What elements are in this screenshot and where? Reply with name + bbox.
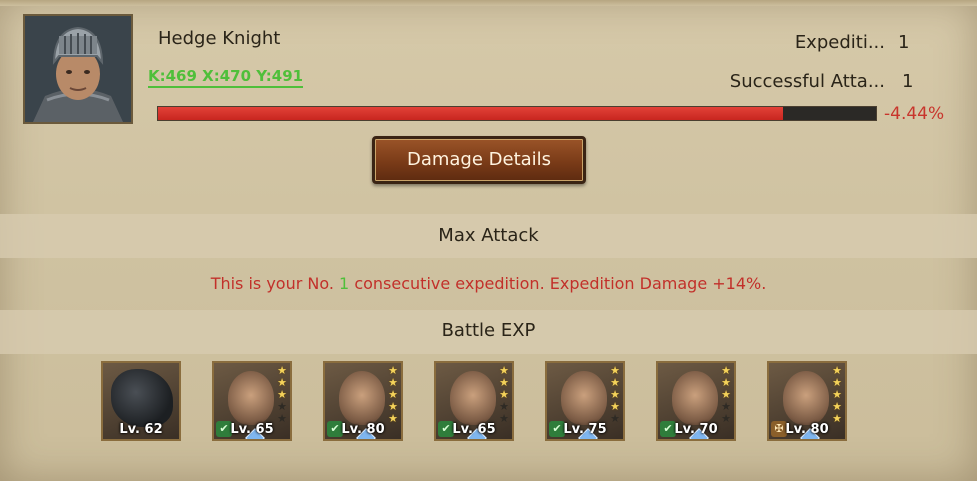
level-label: Lv. 80: [341, 422, 385, 437]
star-rating: ★ ★ ★ ★ ★: [608, 365, 622, 425]
damage-details-button[interactable]: Damage Details: [372, 136, 586, 184]
max-attack-title: Max Attack: [438, 225, 539, 246]
knight-avatar-icon: [25, 16, 131, 122]
expedition-result-panel: Hedge Knight K:469 X:470 Y:491 Expediti.…: [0, 0, 977, 481]
consecutive-expedition-message: This is your No. 1 consecutive expeditio…: [0, 274, 977, 293]
message-number: 1: [339, 274, 350, 293]
level-label: Lv. 65: [230, 422, 274, 437]
expedition-count-label: Expediti...: [794, 32, 885, 53]
hero-card[interactable]: ★ ★ ★ ★ ★ ✠ Lv. 80: [767, 361, 847, 441]
star-rating: ★ ★ ★ ★ ★: [497, 365, 511, 425]
level-label: Lv. 62: [119, 422, 163, 437]
star-rating: ★ ★ ★ ★ ★: [386, 365, 400, 425]
level-label: Lv. 80: [785, 422, 829, 437]
hero-portrait: [450, 371, 496, 425]
hero-card[interactable]: ★ ★ ★ ★ ★ ✔ Lv. 70: [656, 361, 736, 441]
health-bar: [157, 106, 877, 121]
battle-exp-title: Battle EXP: [441, 320, 536, 341]
expedition-count-value: 1: [898, 32, 910, 53]
target-coordinates-link[interactable]: K:469 X:470 Y:491: [148, 67, 304, 88]
star-rating: ★ ★ ★ ★ ★: [830, 365, 844, 425]
message-prefix: This is your No.: [210, 274, 340, 293]
star-rating: ★ ★ ★ ★ ★: [719, 365, 733, 425]
target-name: Hedge Knight: [158, 28, 281, 49]
knight-portrait: [23, 14, 133, 124]
successful-attacks-label: Successful Atta...: [729, 71, 885, 92]
level-label: Lv. 70: [674, 422, 718, 437]
star-rating: ★ ★ ★ ★ ★: [275, 365, 289, 425]
level-label: Lv. 65: [452, 422, 496, 437]
hero-card[interactable]: ★ ★ ★ ★ ★ ✔ Lv. 65: [434, 361, 514, 441]
hero-card[interactable]: ★ ★ ★ ★ ★ ✔ Lv. 65: [212, 361, 292, 441]
dragon-card[interactable]: Lv. 62: [101, 361, 181, 441]
hero-portrait: [783, 371, 829, 425]
hero-card[interactable]: ★ ★ ★ ★ ★ ✔ Lv. 75: [545, 361, 625, 441]
message-suffix: consecutive expedition. Expedition Damag…: [349, 274, 767, 293]
hero-portrait: [561, 371, 607, 425]
dragon-portrait: [111, 369, 173, 427]
hero-portrait: [228, 371, 274, 425]
hero-portrait: [672, 371, 718, 425]
hero-card[interactable]: ★ ★ ★ ★ ★ ✔ Lv. 80: [323, 361, 403, 441]
top-border: [0, 0, 977, 6]
health-change-percent: -4.44%: [884, 104, 945, 124]
successful-attacks-value: 1: [902, 71, 914, 92]
health-bar-fill: [158, 107, 783, 120]
hero-portrait: [339, 371, 385, 425]
level-label: Lv. 75: [563, 422, 607, 437]
